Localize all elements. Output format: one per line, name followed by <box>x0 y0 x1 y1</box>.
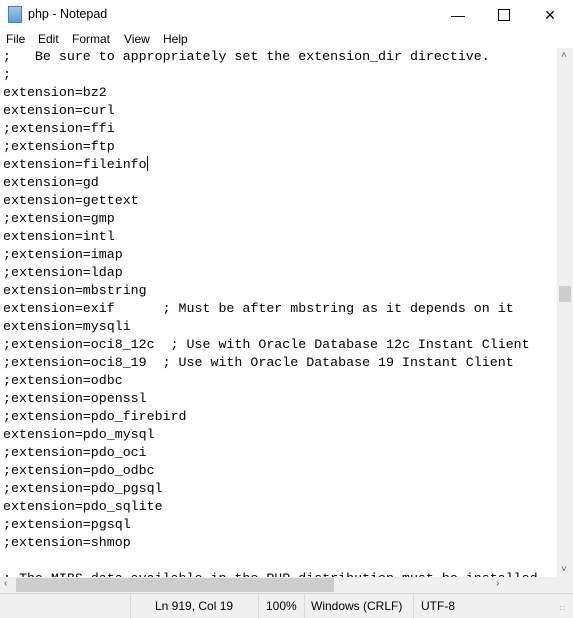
text-line[interactable] <box>0 552 557 570</box>
menu-format[interactable]: Format <box>72 32 110 46</box>
text-line[interactable]: ;extension=shmop <box>0 534 557 552</box>
text-line[interactable]: extension=gettext <box>0 192 557 210</box>
cursor-position: Ln 919, Col 19 <box>155 599 234 613</box>
text-line[interactable]: extension=mbstring <box>0 282 557 300</box>
window-title: php - Notepad <box>28 7 108 21</box>
menu-bar: File Edit Format View Help <box>0 30 573 48</box>
text-line[interactable]: extension=exif ; Must be after mbstring … <box>0 300 557 318</box>
text-line[interactable]: ;extension=imap <box>0 246 557 264</box>
encoding: UTF-8 <box>421 599 455 613</box>
menu-file[interactable]: File <box>6 32 25 46</box>
text-line[interactable]: extension=fileinfo <box>0 156 557 174</box>
horizontal-scroll-thumb[interactable] <box>16 578 334 592</box>
vertical-scrollbar[interactable]: ˄ ˅ <box>557 48 573 577</box>
text-line[interactable]: ;extension=ldap <box>0 264 557 282</box>
line-ending: Windows (CRLF) <box>311 599 403 613</box>
text-line[interactable]: ;extension=openssl <box>0 390 557 408</box>
menu-view[interactable]: View <box>124 32 150 46</box>
text-line[interactable]: extension=gd <box>0 174 557 192</box>
title-bar: php - Notepad — ✕ <box>0 0 573 30</box>
text-line[interactable]: ;extension=oci8_19 ; Use with Oracle Dat… <box>0 354 557 372</box>
zoom-level: 100% <box>266 599 297 613</box>
resize-grip-icon[interactable]: ∷ <box>560 604 565 613</box>
scroll-left-icon[interactable]: ‹ <box>4 578 7 589</box>
notepad-icon <box>8 6 22 23</box>
text-line[interactable]: extension=pdo_mysql <box>0 426 557 444</box>
text-line[interactable]: ;extension=gmp <box>0 210 557 228</box>
menu-help[interactable]: Help <box>163 32 188 46</box>
text-line[interactable]: ;extension=ftp <box>0 138 557 156</box>
text-line[interactable]: extension=bz2 <box>0 84 557 102</box>
vertical-scroll-thumb[interactable] <box>559 286 571 302</box>
text-line[interactable]: ; The MIBS data available in the PHP dis… <box>0 570 557 577</box>
text-line[interactable]: ;extension=ffi <box>0 120 557 138</box>
text-line[interactable]: extension=curl <box>0 102 557 120</box>
scrollbar-corner <box>557 577 573 593</box>
text-caret <box>146 156 148 171</box>
horizontal-scrollbar[interactable]: ‹ › <box>0 577 557 593</box>
menu-edit[interactable]: Edit <box>38 32 59 46</box>
scroll-down-icon[interactable]: ˅ <box>561 564 567 575</box>
text-line[interactable]: ;extension=pdo_firebird <box>0 408 557 426</box>
close-icon: ✕ <box>544 6 556 23</box>
text-line[interactable]: extension=intl <box>0 228 557 246</box>
text-line[interactable]: ;extension=oci8_12c ; Use with Oracle Da… <box>0 336 557 354</box>
text-line[interactable]: ; Be sure to appropriately set the exten… <box>0 48 557 66</box>
text-line[interactable]: ;extension=pgsql <box>0 516 557 534</box>
close-button[interactable]: ✕ <box>527 0 573 30</box>
scroll-up-icon[interactable]: ˄ <box>561 50 567 61</box>
maximize-button[interactable] <box>481 0 527 30</box>
scroll-right-icon[interactable]: › <box>496 578 499 589</box>
text-line[interactable]: ; <box>0 66 557 84</box>
text-line[interactable]: ;extension=pdo_odbc <box>0 462 557 480</box>
text-line[interactable]: ;extension=pdo_pgsql <box>0 480 557 498</box>
minimize-icon: — <box>451 7 465 23</box>
text-editor[interactable]: ; Be sure to appropriately set the exten… <box>0 48 557 577</box>
text-line[interactable]: extension=pdo_sqlite <box>0 498 557 516</box>
text-line[interactable]: extension=mysqli <box>0 318 557 336</box>
text-line[interactable]: ;extension=pdo_oci <box>0 444 557 462</box>
maximize-icon <box>498 9 510 21</box>
minimize-button[interactable]: — <box>435 0 481 30</box>
text-line[interactable]: ;extension=odbc <box>0 372 557 390</box>
status-bar: Ln 919, Col 19 100% Windows (CRLF) UTF-8… <box>0 593 573 618</box>
